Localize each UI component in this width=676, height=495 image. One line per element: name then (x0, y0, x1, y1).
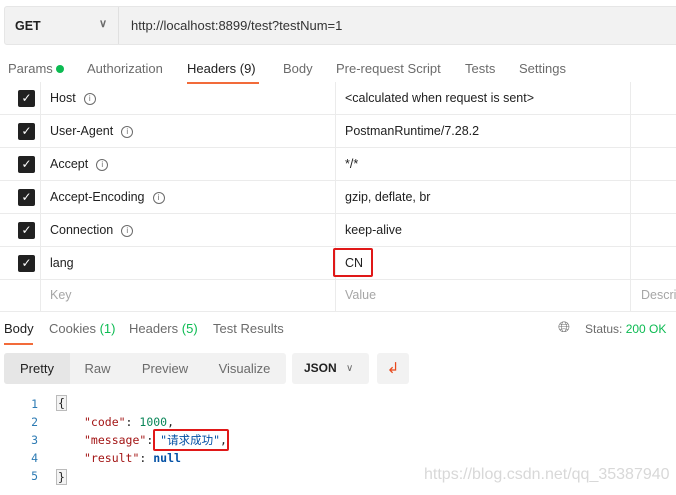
header-row: ✓ Connection i keep-alive (0, 214, 676, 247)
header-row: ✓ Accept i */* (0, 148, 676, 181)
info-icon[interactable]: i (121, 225, 134, 237)
header-value[interactable]: PostmanRuntime/7.28.2 (345, 124, 479, 138)
tab-params[interactable]: Params (8, 61, 65, 76)
checkbox[interactable]: ✓ (18, 189, 35, 206)
header-row: ✓ Accept-Encoding i gzip, deflate, br (0, 181, 676, 214)
key-input[interactable]: Key (50, 288, 72, 302)
line-number: 4 (31, 451, 38, 465)
tab-authorization[interactable]: Authorization (87, 61, 163, 76)
header-value[interactable]: */* (345, 157, 358, 171)
header-key[interactable]: Accept i (50, 157, 109, 171)
tab-pre-request-script[interactable]: Pre-request Script (336, 61, 441, 76)
format-select[interactable]: JSON ∨ (292, 353, 369, 384)
globe-icon[interactable]: 🌐︎ (558, 319, 570, 336)
header-row: ✓ Host i <calculated when request is sent… (0, 82, 676, 115)
view-mode-segment: Pretty Raw Preview Visualize (4, 353, 286, 384)
method-label: GET (15, 18, 41, 33)
value-input[interactable]: Value (345, 288, 376, 302)
info-icon[interactable]: i (121, 126, 134, 138)
chevron-down-icon: ∨ (99, 18, 108, 30)
response-tab-headers[interactable]: Headers (5) (129, 321, 198, 336)
brace-close: } (56, 469, 67, 485)
info-icon[interactable]: i (152, 192, 165, 204)
header-row: ✓ User-Agent i PostmanRuntime/7.28.2 (0, 115, 676, 148)
header-key[interactable]: lang (50, 256, 74, 270)
tab-tests[interactable]: Tests (465, 61, 495, 76)
description-input[interactable]: Description (641, 288, 676, 302)
highlight-box (333, 248, 373, 277)
brace-open: { (56, 395, 67, 411)
checkbox[interactable]: ✓ (18, 123, 35, 140)
method-select[interactable]: GET ∨ (5, 7, 119, 44)
view-pretty[interactable]: Pretty (4, 353, 70, 384)
info-icon[interactable]: i (96, 159, 109, 171)
header-key[interactable]: Accept-Encoding i (50, 190, 165, 204)
checkbox[interactable]: ✓ (18, 90, 35, 107)
url-bar: GET ∨ http://localhost:8899/test?testNum=… (4, 6, 676, 45)
header-key[interactable]: Connection i (50, 223, 134, 237)
response-tab-body[interactable]: Body (4, 321, 34, 336)
highlight-box (153, 429, 229, 451)
header-value[interactable]: gzip, deflate, br (345, 190, 430, 204)
view-preview[interactable]: Preview (129, 353, 201, 384)
checkbox[interactable]: ✓ (18, 156, 35, 173)
header-key[interactable]: Host i (50, 91, 96, 105)
checkbox[interactable]: ✓ (18, 255, 35, 272)
response-tab-test-results[interactable]: Test Results (213, 321, 284, 336)
code-line: "result": null (84, 451, 181, 465)
info-icon[interactable]: i (83, 93, 96, 105)
checkbox[interactable]: ✓ (18, 222, 35, 239)
tab-settings[interactable]: Settings (519, 61, 566, 76)
new-header-row: Key Value Description (0, 279, 676, 312)
line-number: 1 (31, 397, 38, 411)
status: Status: 200 OK (585, 322, 667, 336)
params-dot-icon (56, 65, 65, 73)
response-tab-underline (4, 343, 33, 345)
view-raw[interactable]: Raw (70, 353, 125, 384)
tab-body[interactable]: Body (283, 61, 313, 76)
header-value[interactable]: <calculated when request is sent> (345, 91, 534, 105)
header-key[interactable]: User-Agent i (50, 124, 134, 138)
watermark: https://blog.csdn.net/qq_35387940 (424, 466, 670, 483)
chevron-down-icon: ∨ (346, 363, 354, 374)
view-visualize[interactable]: Visualize (207, 353, 282, 384)
line-number: 5 (31, 469, 38, 483)
response-tab-cookies[interactable]: Cookies (1) (49, 321, 115, 336)
line-number: 2 (31, 415, 38, 429)
header-value[interactable]: keep-alive (345, 223, 402, 237)
tab-headers[interactable]: Headers (9) (187, 61, 256, 76)
wrap-lines-icon[interactable]: ↲ (377, 353, 409, 384)
line-number: 3 (31, 433, 38, 447)
url-input[interactable]: http://localhost:8899/test?testNum=1 (131, 7, 342, 44)
